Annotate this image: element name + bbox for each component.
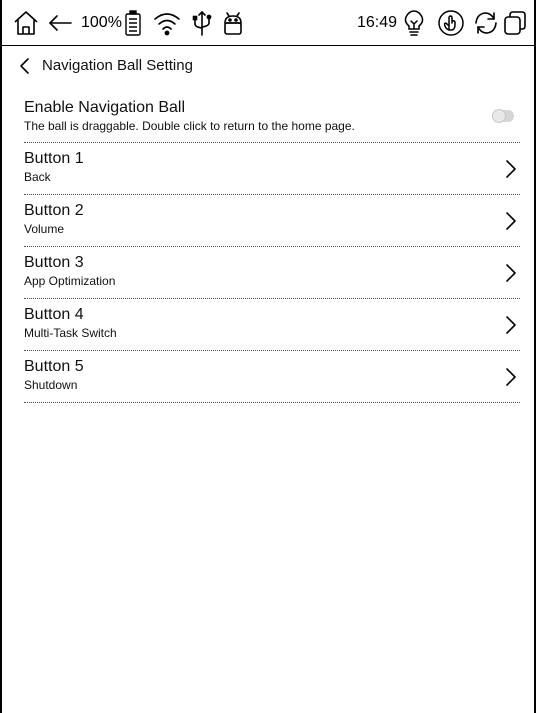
clock-time: 16:49 (357, 14, 398, 31)
enable-navigation-ball-toggle[interactable] (492, 109, 514, 123)
enable-navigation-ball-title: Enable Navigation Ball (24, 99, 185, 116)
lightbulb-icon[interactable] (400, 9, 428, 37)
touch-icon[interactable] (437, 9, 465, 37)
button-1-label: Button 1 (24, 150, 84, 167)
button-3-row[interactable]: Button 3 App Optimization (24, 247, 520, 299)
button-4-row[interactable]: Button 4 Multi-Task Switch (24, 299, 520, 351)
battery-icon (124, 9, 142, 37)
chevron-right-icon (504, 261, 518, 285)
button-2-label: Button 2 (24, 202, 84, 219)
button-3-action: App Optimization (24, 274, 116, 288)
usb-icon (188, 9, 216, 37)
page-header: Navigation Ball Setting (2, 46, 534, 86)
wifi-icon[interactable] (153, 9, 181, 37)
chevron-right-icon (504, 313, 518, 337)
button-2-row[interactable]: Button 2 Volume (24, 195, 520, 247)
button-1-row[interactable]: Button 1 Back (24, 143, 520, 195)
enable-navigation-ball-description: The ball is draggable. Double click to r… (24, 119, 355, 133)
home-icon[interactable] (12, 9, 40, 37)
button-5-action: Shutdown (24, 378, 78, 392)
button-4-action: Multi-Task Switch (24, 326, 117, 340)
button-3-label: Button 3 (24, 254, 84, 271)
button-5-row[interactable]: Button 5 Shutdown (24, 351, 520, 403)
android-icon (219, 9, 247, 37)
chevron-right-icon (504, 157, 518, 181)
button-4-label: Button 4 (24, 306, 84, 323)
back-button[interactable] (16, 56, 36, 76)
status-bar: 100% 16:49 (2, 0, 534, 46)
toggle-knob (492, 109, 506, 123)
refresh-icon[interactable] (472, 9, 500, 37)
button-2-action: Volume (24, 222, 65, 236)
back-arrow-icon[interactable] (46, 9, 74, 37)
settings-list: Enable Navigation Ball The ball is dragg… (24, 92, 520, 403)
button-5-label: Button 5 (24, 358, 84, 375)
page-title: Navigation Ball Setting (42, 57, 193, 74)
enable-navigation-ball-row[interactable]: Enable Navigation Ball The ball is dragg… (24, 92, 520, 143)
button-1-action: Back (24, 170, 51, 184)
battery-percent: 100% (81, 14, 122, 31)
device-screen: 100% 16:49 Navigation Ball Setting Enabl… (0, 0, 536, 713)
recent-apps-icon[interactable] (502, 9, 528, 37)
chevron-right-icon (504, 365, 518, 389)
chevron-right-icon (504, 209, 518, 233)
